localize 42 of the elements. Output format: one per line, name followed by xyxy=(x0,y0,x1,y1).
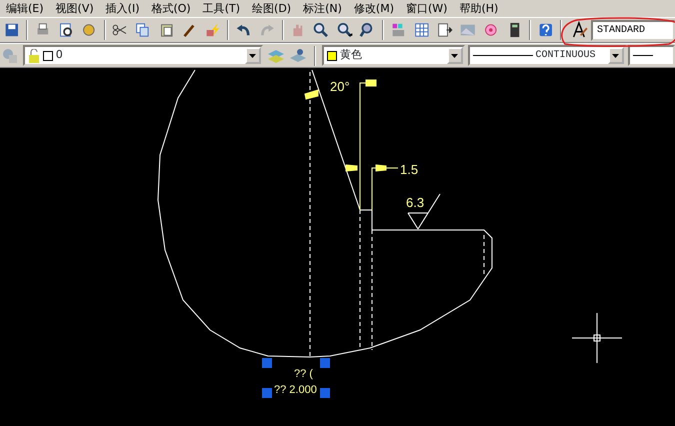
menu-item[interactable]: 标注(N) xyxy=(297,0,348,17)
menu-item[interactable]: 窗口(W) xyxy=(400,0,454,17)
grip-handle[interactable] xyxy=(262,388,272,398)
layer-dropdown[interactable]: 0 xyxy=(22,45,263,66)
menu-item[interactable]: 绘图(D) xyxy=(246,0,298,17)
dimension-text: 1.5 xyxy=(400,162,418,177)
line-sample xyxy=(472,55,532,56)
text-style-field[interactable]: STANDARD xyxy=(590,20,675,40)
dimension-text: ?? 2.000 xyxy=(274,384,317,396)
crosshair-cursor xyxy=(572,312,622,364)
linetype-dropdown[interactable]: CONTINUOUS xyxy=(468,45,626,66)
zoom-icon[interactable] xyxy=(312,20,330,40)
color-name: 黄色 xyxy=(340,47,362,64)
dimension-text: ?? ( xyxy=(294,368,313,380)
menu-item[interactable]: 插入(I) xyxy=(100,0,146,17)
text-style-icon[interactable] xyxy=(570,20,588,40)
color-dropdown[interactable]: 黄色 xyxy=(322,45,465,66)
dimension-text: 20° xyxy=(330,79,350,94)
menu-item[interactable]: 帮助(H) xyxy=(453,0,504,17)
surface-finish-symbol xyxy=(408,194,440,230)
dimension-text: 6.3 xyxy=(406,195,424,210)
menu-item[interactable]: 修改(M) xyxy=(348,0,400,17)
grip-handle[interactable] xyxy=(320,388,330,398)
lock-icon xyxy=(28,48,40,62)
caret-icon xyxy=(249,54,256,58)
dropdown-button[interactable] xyxy=(244,47,261,64)
dropdown-button[interactable] xyxy=(446,47,463,64)
linetype-name: CONTINUOUS xyxy=(536,49,596,63)
menu-item[interactable]: 格式(O) xyxy=(145,0,197,17)
line-sample xyxy=(633,55,654,56)
layer-name: 0 xyxy=(56,47,63,64)
lineweight-dropdown[interactable] xyxy=(628,45,675,66)
menu-item[interactable]: 编辑(E) xyxy=(0,0,50,17)
caret-icon xyxy=(451,54,458,58)
menu-item[interactable]: 工具(T) xyxy=(196,0,246,17)
menu-item[interactable]: 视图(V) xyxy=(50,0,100,17)
zoom-window-icon[interactable] xyxy=(336,20,354,40)
caret-icon xyxy=(612,54,619,58)
grip-handle[interactable] xyxy=(320,358,330,368)
dropdown-button[interactable] xyxy=(608,47,624,64)
color-swatch-icon xyxy=(42,50,53,60)
grip-handle[interactable] xyxy=(262,358,272,368)
